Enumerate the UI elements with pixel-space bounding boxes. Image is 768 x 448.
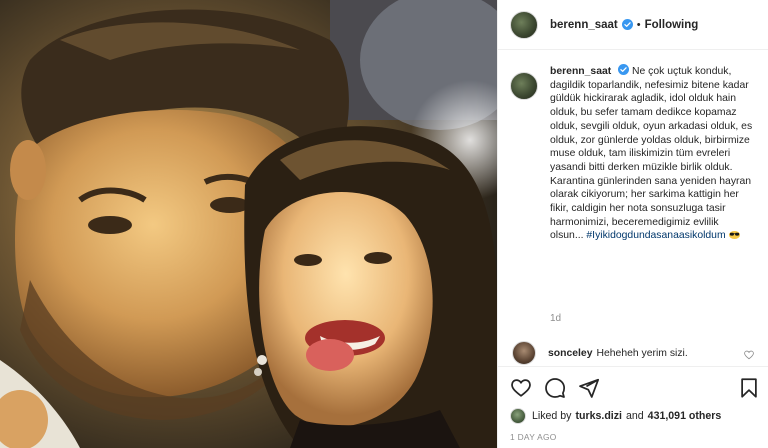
post-side-panel: berenn_saat • Following berenn_saat Ne ç… xyxy=(497,0,768,448)
commenter-avatar[interactable] xyxy=(512,341,536,365)
post-timestamp[interactable]: 1 DAY AGO xyxy=(510,432,557,442)
post-actions-area: Liked by turks.dizi and 431,091 others 1… xyxy=(498,366,768,448)
author-username[interactable]: berenn_saat xyxy=(550,19,618,31)
likes-prefix: Liked by xyxy=(532,410,572,422)
caption-username[interactable]: berenn_saat xyxy=(550,66,611,77)
post-photo[interactable] xyxy=(0,0,497,448)
paper-plane-icon xyxy=(579,378,600,398)
verified-badge-icon xyxy=(618,64,630,75)
following-button[interactable]: Following xyxy=(645,19,699,31)
caption-text: Ne çok uçtuk konduk, dagildik toparlandi… xyxy=(550,66,753,242)
caption-age: 1d xyxy=(550,313,562,324)
speech-bubble-icon xyxy=(545,378,566,398)
bookmark-icon xyxy=(741,378,757,398)
liker-avatar[interactable] xyxy=(510,408,526,424)
header-separator: • xyxy=(636,18,641,31)
verified-badge-icon xyxy=(621,19,633,30)
save-button[interactable] xyxy=(738,377,760,399)
like-button[interactable] xyxy=(510,377,532,399)
share-button[interactable] xyxy=(578,377,600,399)
instagram-post: berenn_saat • Following berenn_saat Ne ç… xyxy=(0,0,768,448)
caption-hashtag[interactable]: #Iyikidogdundasanaasikoldum xyxy=(586,230,725,241)
likes-summary: Liked by turks.dizi and 431,091 others xyxy=(510,408,725,424)
liker-username[interactable]: turks.dizi xyxy=(575,410,622,422)
comment-text: Heheheh yerim sizi. xyxy=(596,347,688,359)
likes-conjunction: and xyxy=(625,410,644,422)
action-row xyxy=(510,377,760,401)
comment-row: sonceley Heheheh yerim sizi. xyxy=(510,341,760,365)
commenter-username[interactable]: sonceley xyxy=(548,348,592,359)
author-avatar[interactable] xyxy=(510,10,538,39)
comment-button[interactable] xyxy=(544,377,566,399)
comment-text-block: sonceley Heheheh yerim sizi. xyxy=(548,348,688,359)
caption-text-block: berenn_saat Ne çok uçtuk konduk, dagildi… xyxy=(550,64,754,243)
heart-outline-icon xyxy=(511,379,531,397)
sunglasses-emoji-icon xyxy=(728,231,740,240)
post-header: berenn_saat • Following xyxy=(498,0,768,50)
comment-like-heart-icon[interactable] xyxy=(744,350,754,360)
selfie-image xyxy=(0,0,497,448)
caption-block: berenn_saat Ne çok uçtuk konduk, dagildi… xyxy=(510,64,760,243)
caption-avatar[interactable] xyxy=(510,72,538,100)
likes-count[interactable]: 431,091 others xyxy=(648,410,722,422)
